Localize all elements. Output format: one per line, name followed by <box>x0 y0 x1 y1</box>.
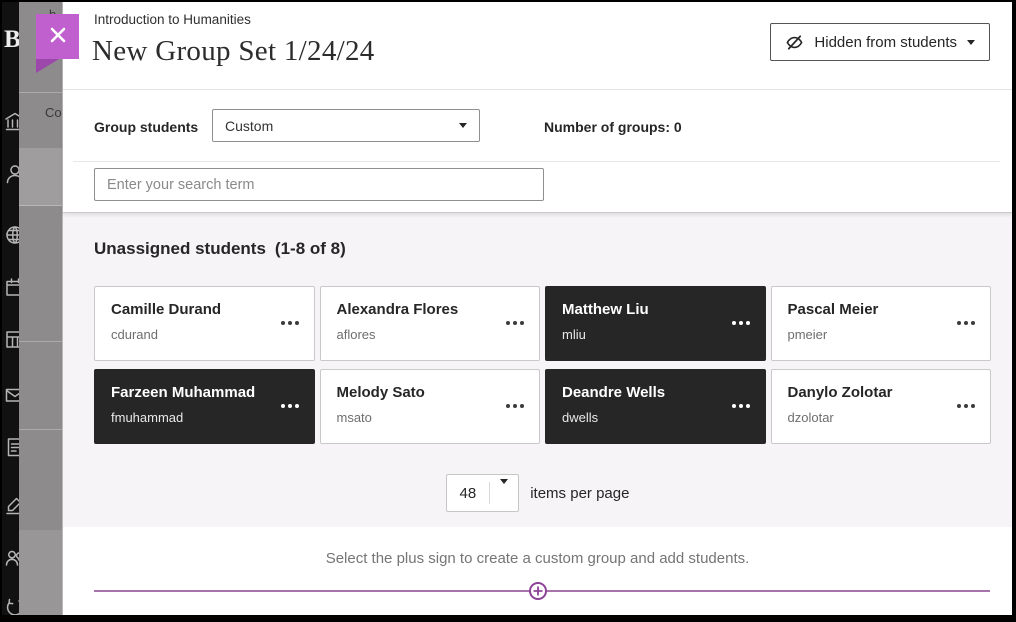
ellipsis-menu-icon[interactable] <box>276 311 304 335</box>
pencil-icon[interactable] <box>3 493 19 517</box>
dimmed-page-backdrop: b Co <box>19 2 62 615</box>
divider <box>63 89 1012 90</box>
student-card[interactable]: Pascal Meier pmeier <box>771 286 992 361</box>
breadcrumb: Introduction to Humanities <box>94 12 251 27</box>
ellipsis-menu-icon[interactable] <box>727 311 755 335</box>
section-heading-text: Unassigned students <box>94 239 266 258</box>
ellipsis-menu-icon[interactable] <box>952 311 980 335</box>
search-input[interactable] <box>94 168 544 201</box>
chevron-down-icon <box>967 40 975 45</box>
divider <box>73 161 1000 162</box>
base-navigation-sidebar: B <box>2 2 19 615</box>
student-card[interactable]: Danylo Zolotar dzolotar <box>771 369 992 444</box>
return-arrow-icon[interactable] <box>3 596 19 615</box>
student-username: msato <box>337 410 372 425</box>
student-card[interactable]: Camille Durand cdurand <box>94 286 315 361</box>
grid-icon[interactable] <box>3 327 19 351</box>
close-panel-button[interactable] <box>36 14 79 59</box>
ellipsis-menu-icon[interactable] <box>727 394 755 418</box>
student-name: Alexandra Flores <box>337 301 459 318</box>
close-icon <box>49 26 67 47</box>
calendar-icon[interactable] <box>3 275 19 299</box>
student-name: Deandre Wells <box>562 384 665 401</box>
student-username: dwells <box>562 410 598 425</box>
student-username: pmeier <box>788 327 828 342</box>
student-username: dzolotar <box>788 410 834 425</box>
backdrop-text-fragment: Co <box>45 105 62 120</box>
group-set-panel: Introduction to Humanities New Group Set… <box>62 2 1012 615</box>
student-name: Camille Durand <box>111 301 221 318</box>
student-username: mliu <box>562 327 586 342</box>
people-icon[interactable] <box>3 545 19 569</box>
number-of-groups: Number of groups: 0 <box>544 119 682 135</box>
student-name: Pascal Meier <box>788 301 879 318</box>
institution-icon[interactable] <box>3 110 19 134</box>
mail-icon[interactable] <box>3 383 19 407</box>
student-username: aflores <box>337 327 376 342</box>
student-name: Melody Sato <box>337 384 425 401</box>
chevron-down-icon <box>459 123 467 128</box>
unassigned-students-section: Unassigned students (1-8 of 8) Camille Du… <box>63 213 1012 527</box>
plus-circle-icon[interactable] <box>528 581 548 601</box>
student-username: cdurand <box>111 327 158 342</box>
student-name: Matthew Liu <box>562 301 649 318</box>
student-card[interactable]: Matthew Liu mliu <box>545 286 766 361</box>
ellipsis-menu-icon[interactable] <box>952 394 980 418</box>
pagination: 48 items per page <box>63 474 1012 512</box>
panel-body: Unassigned students (1-8 of 8) Camille Du… <box>63 213 1012 615</box>
blackboard-logo: B <box>4 26 19 54</box>
section-heading: Unassigned students (1-8 of 8) <box>94 239 346 259</box>
student-username: fmuhammad <box>111 410 183 425</box>
student-card[interactable]: Deandre Wells dwells <box>545 369 766 444</box>
person-icon[interactable] <box>3 162 19 186</box>
student-cards-grid: Camille Durand cdurand Alexandra Flores afl… <box>94 286 991 444</box>
close-button-fold <box>36 59 59 73</box>
group-students-select[interactable]: Custom <box>212 109 480 142</box>
student-card[interactable]: Farzeen Muhammad fmuhammad <box>94 369 315 444</box>
items-per-page-select[interactable]: 48 <box>446 474 520 512</box>
ellipsis-menu-icon[interactable] <box>501 311 529 335</box>
visibility-dropdown-button[interactable]: Hidden from students <box>770 23 990 61</box>
items-per-page-label: items per page <box>530 485 629 502</box>
chevron-down-icon <box>500 479 508 501</box>
select-value: Custom <box>225 118 459 134</box>
document-icon[interactable] <box>3 435 19 459</box>
visibility-label: Hidden from students <box>814 34 957 51</box>
student-card[interactable]: Melody Sato msato <box>320 369 541 444</box>
section-heading-range: (1-8 of 8) <box>275 239 346 258</box>
eye-slash-icon <box>785 33 804 52</box>
student-name: Danylo Zolotar <box>788 384 893 401</box>
group-students-label: Group students <box>94 119 198 135</box>
page-title[interactable]: New Group Set 1/24/24 <box>92 35 375 68</box>
student-card[interactable]: Alexandra Flores aflores <box>320 286 541 361</box>
items-per-page-value: 48 <box>447 485 490 502</box>
ellipsis-menu-icon[interactable] <box>501 394 529 418</box>
add-group-hint: Select the plus sign to create a custom … <box>63 550 1012 567</box>
app-window: B b Co Introduction to Humanities New Gr… <box>0 0 1016 622</box>
student-name: Farzeen Muhammad <box>111 384 255 401</box>
ellipsis-menu-icon[interactable] <box>276 394 304 418</box>
panel-header: Introduction to Humanities New Group Set… <box>63 2 1012 213</box>
globe-icon[interactable] <box>3 223 19 247</box>
